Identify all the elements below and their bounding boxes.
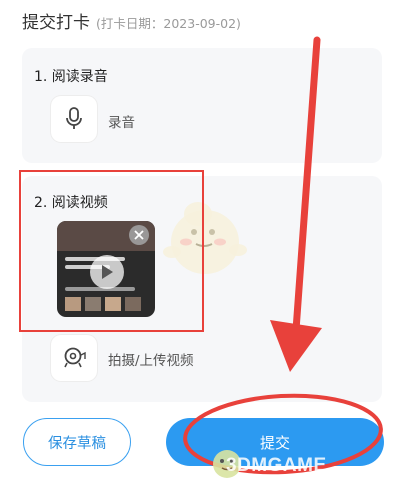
upload-video-label: 拍摄/上传视频 (108, 353, 194, 369)
record-audio-label: 录音 (108, 115, 135, 131)
microphone-icon (66, 107, 82, 129)
watermark-text: 3DMGAME (226, 455, 327, 476)
upload-video-button[interactable] (51, 335, 97, 381)
page-header: 提交打卡 (打卡日期：2023-09-02) (22, 8, 241, 33)
page-title: 提交打卡 (22, 13, 90, 33)
video-camera-icon (64, 347, 86, 368)
save-draft-button[interactable]: 保存草稿 (23, 418, 131, 466)
record-audio-button[interactable] (51, 96, 97, 142)
audio-section-title: 1. 阅读录音 (34, 69, 108, 85)
check-in-date: (打卡日期：2023-09-02) (96, 16, 241, 31)
highlight-box (19, 170, 204, 332)
audio-reading-section: 1. 阅读录音 录音 (22, 48, 382, 163)
